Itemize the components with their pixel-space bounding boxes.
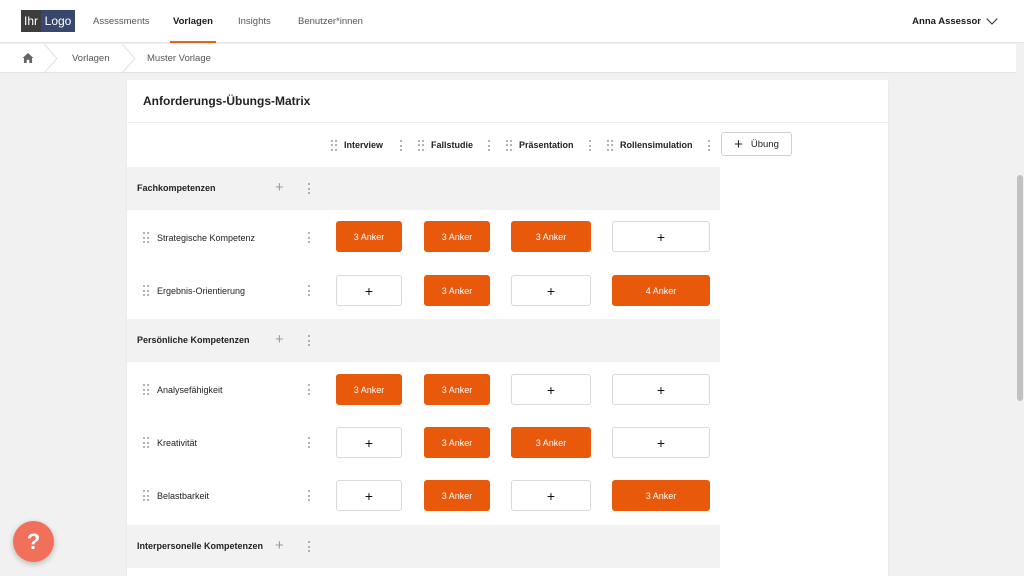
group-label: Interpersonelle Kompetenzen <box>137 541 264 551</box>
matrix-cell[interactable]: + <box>336 275 402 306</box>
add-exercise-label: Übung <box>750 138 779 150</box>
matrix-cell[interactable]: + <box>612 221 710 252</box>
more-vertical-icon[interactable] <box>308 285 311 296</box>
logo-part-2: Logo <box>41 10 75 32</box>
nav-insights[interactable]: Insights <box>238 0 271 43</box>
drag-handle-icon[interactable] <box>143 384 149 395</box>
matrix-cell[interactable]: 3 Anker <box>424 427 490 458</box>
help-button[interactable]: ? <box>13 521 54 562</box>
more-vertical-icon[interactable] <box>308 232 311 243</box>
competency-row-label: Kreativität <box>143 437 197 448</box>
competency-label: Ergebnis-Orientierung <box>157 285 246 296</box>
more-vertical-icon[interactable] <box>308 437 311 448</box>
nav-vorlagen[interactable]: Vorlagen <box>170 0 216 43</box>
column-label: Fallstudie <box>431 140 474 150</box>
top-navigation: Ihr Logo Assessments Vorlagen Insights B… <box>0 0 1024 43</box>
column-header-fallstudie[interactable]: Fallstudie <box>418 137 473 153</box>
more-vertical-icon[interactable] <box>589 140 592 151</box>
chevron-down-icon <box>986 13 998 25</box>
column-label: Interview <box>344 140 384 150</box>
drag-handle-icon[interactable] <box>143 490 149 501</box>
nav-benutzer[interactable]: Benutzer*innen <box>298 0 363 43</box>
competency-row-label: Strategische Kompetenz <box>143 232 255 243</box>
breadcrumb-muster-vorlage: Muster Vorlage <box>147 53 211 64</box>
matrix-cell[interactable]: 3 Anker <box>424 480 490 511</box>
drag-handle-icon[interactable] <box>143 285 149 296</box>
more-vertical-icon[interactable] <box>308 541 311 552</box>
plus-icon: + <box>734 135 743 153</box>
drag-handle-icon[interactable] <box>143 232 149 243</box>
breadcrumb-vorlagen[interactable]: Vorlagen <box>72 44 110 73</box>
matrix-cell[interactable]: 3 Anker <box>424 275 490 306</box>
matrix-cell[interactable]: 3 Anker <box>336 221 402 252</box>
more-vertical-icon[interactable] <box>308 335 311 346</box>
home-icon[interactable] <box>22 52 34 64</box>
column-header-rollensimulation[interactable]: Rollensimulation <box>607 137 693 153</box>
competency-label: Analysefähigkeit <box>157 384 223 395</box>
more-vertical-icon[interactable] <box>708 140 711 151</box>
matrix-cell[interactable]: + <box>511 374 591 405</box>
add-competency-icon[interactable]: + <box>275 180 284 195</box>
group-row: Interpersonelle Kompetenzen + <box>127 525 720 568</box>
logo-part-1: Ihr <box>21 10 41 32</box>
vertical-scrollbar[interactable] <box>1016 44 1024 576</box>
matrix-cell[interactable]: + <box>511 275 591 306</box>
user-menu[interactable]: Anna Assessor <box>912 0 998 43</box>
matrix-cell[interactable]: 3 Anker <box>612 480 710 511</box>
matrix-cell[interactable]: 3 Anker <box>511 221 591 252</box>
breadcrumb: Vorlagen Muster Vorlage <box>0 44 1016 73</box>
breadcrumb-separator <box>122 44 136 73</box>
group-label: Persönliche Kompetenzen <box>137 335 250 345</box>
nav-assessments[interactable]: Assessments <box>93 0 150 43</box>
competency-row-label: Analysefähigkeit <box>143 384 223 395</box>
drag-handle-icon[interactable] <box>331 139 337 151</box>
more-vertical-icon[interactable] <box>308 490 311 501</box>
matrix-cell[interactable]: 3 Anker <box>424 374 490 405</box>
more-vertical-icon[interactable] <box>308 183 311 194</box>
matrix-cell[interactable]: 4 Anker <box>612 275 710 306</box>
matrix-cell[interactable]: + <box>612 374 710 405</box>
column-label: Rollensimulation <box>620 140 693 150</box>
user-name: Anna Assessor <box>912 15 981 27</box>
matrix-cell[interactable]: + <box>336 480 402 511</box>
page-title: Anforderungs-Übungs-Matrix <box>143 94 311 108</box>
logo[interactable]: Ihr Logo <box>21 10 75 32</box>
column-header-interview[interactable]: Interview <box>331 137 383 153</box>
matrix-cell[interactable]: 3 Anker <box>511 427 591 458</box>
divider <box>127 122 888 123</box>
more-vertical-icon[interactable] <box>488 140 491 151</box>
matrix-cell[interactable]: + <box>511 480 591 511</box>
column-label: Präsentation <box>519 140 574 150</box>
competency-label: Belastbarkeit <box>157 490 210 501</box>
matrix-cell[interactable]: + <box>336 427 402 458</box>
matrix-cell[interactable]: + <box>612 427 710 458</box>
drag-handle-icon[interactable] <box>506 139 512 151</box>
more-vertical-icon[interactable] <box>308 384 311 395</box>
competency-label: Strategische Kompetenz <box>157 232 256 243</box>
group-row: Persönliche Kompetenzen + <box>127 319 720 362</box>
drag-handle-icon[interactable] <box>607 139 613 151</box>
scrollbar-thumb[interactable] <box>1017 175 1023 401</box>
add-exercise-button[interactable]: + Übung <box>721 132 792 156</box>
competency-row-label: Belastbarkeit <box>143 490 209 501</box>
drag-handle-icon[interactable] <box>143 437 149 448</box>
breadcrumb-separator <box>44 44 58 73</box>
drag-handle-icon[interactable] <box>418 139 424 151</box>
group-row: Fachkompetenzen + <box>127 167 720 210</box>
competency-row-label: Ergebnis-Orientierung <box>143 285 245 296</box>
matrix-cell[interactable]: 3 Anker <box>424 221 490 252</box>
column-header-praesentation[interactable]: Präsentation <box>506 137 574 153</box>
group-label: Fachkompetenzen <box>137 183 216 193</box>
competency-label: Kreativität <box>157 437 198 448</box>
more-vertical-icon[interactable] <box>400 140 403 151</box>
matrix-card: Anforderungs-Übungs-Matrix Interview Fal… <box>127 80 888 576</box>
matrix-cell[interactable]: 3 Anker <box>336 374 402 405</box>
add-competency-icon[interactable]: + <box>275 332 284 347</box>
add-competency-icon[interactable]: + <box>275 538 284 553</box>
